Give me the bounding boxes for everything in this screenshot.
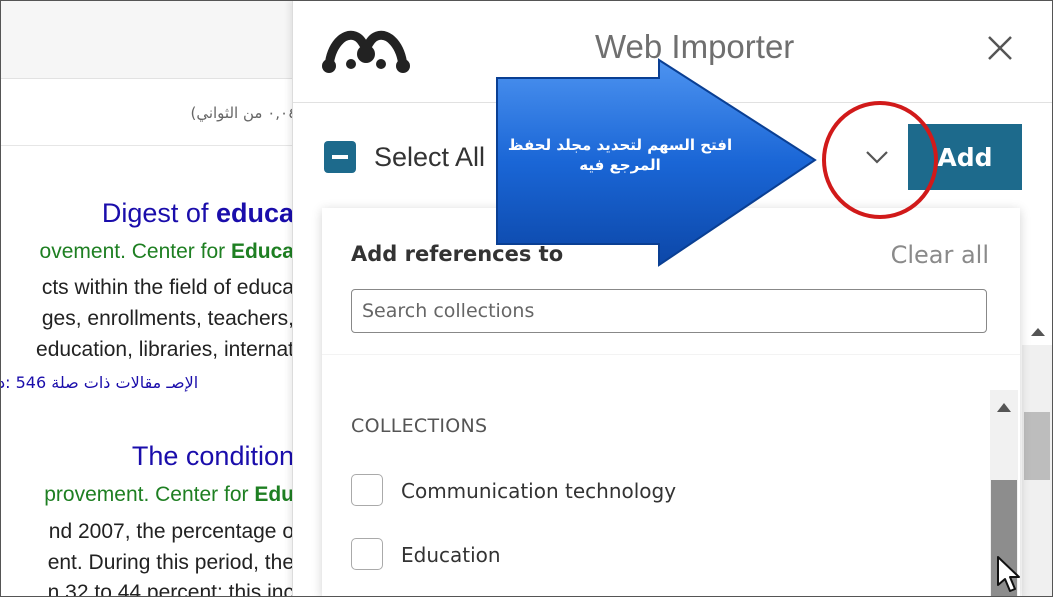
results-time-text: (٠,٠٤ من الثواني): [190, 104, 300, 122]
chevron-down-icon[interactable]: [840, 122, 914, 192]
result-2-title[interactable]: The condition: [132, 441, 294, 472]
scroll-up-icon[interactable]: [994, 400, 1014, 414]
importer-title: Web Importer: [595, 28, 795, 65]
dropdown-heading: Add references to: [351, 242, 564, 266]
select-all-label[interactable]: Select All: [374, 142, 485, 173]
collection-checkbox[interactable]: [351, 538, 383, 570]
add-button[interactable]: Add: [908, 124, 1022, 190]
clear-all-button[interactable]: Clear all: [891, 241, 989, 269]
collections-dropdown: Add references to Clear all COLLECTIONS …: [322, 208, 1020, 597]
result-2-source: provement. Center for Edu: [44, 483, 294, 506]
search-results-page: (٠,٠٤ من الثواني) Digest of educa ovemen…: [0, 0, 300, 597]
result-2-snippet-line: n 32 to 44 percent; this inc: [47, 581, 294, 597]
collection-label: Communication technology: [401, 479, 677, 503]
scroll-up-icon[interactable]: [1028, 322, 1048, 342]
result-1-source: ovement. Center for Educa: [39, 240, 294, 263]
collection-label: Education: [401, 543, 501, 567]
collection-checkbox[interactable]: [351, 474, 383, 506]
search-collections-input[interactable]: [351, 289, 987, 333]
annotation-text: افتح السهم لتحديد مجلد لحفظ المرجع فيه: [507, 136, 733, 174]
result-1-snippet-line: ges, enrollments, teachers,: [41, 307, 294, 330]
select-all-checkbox[interactable]: [324, 141, 356, 173]
panel-scrollbar-thumb[interactable]: [1024, 412, 1050, 480]
dropdown-divider: [322, 354, 1020, 355]
result-2-snippet-line: nd 2007, the percentage o: [48, 520, 294, 543]
result-2-snippet-line: ent. During this period, the: [47, 551, 294, 574]
result-1-snippet-line: cts within the field of educa: [41, 276, 294, 299]
mouse-cursor-icon: [997, 556, 1020, 592]
mendeley-logo: [322, 30, 410, 73]
result-1-title[interactable]: Digest of educa: [102, 198, 294, 229]
importer-header: Web Importer: [293, 0, 1053, 103]
results-divider: [0, 145, 300, 146]
search-toolbar: [0, 0, 300, 79]
result-1-snippet-line: education, libraries, internat: [36, 338, 294, 361]
collections-section-label: COLLECTIONS: [351, 415, 488, 437]
result-1-links[interactable]: الإصـ مقالات ذات صلة 546 :د: [0, 373, 198, 392]
close-icon[interactable]: [985, 31, 1015, 65]
